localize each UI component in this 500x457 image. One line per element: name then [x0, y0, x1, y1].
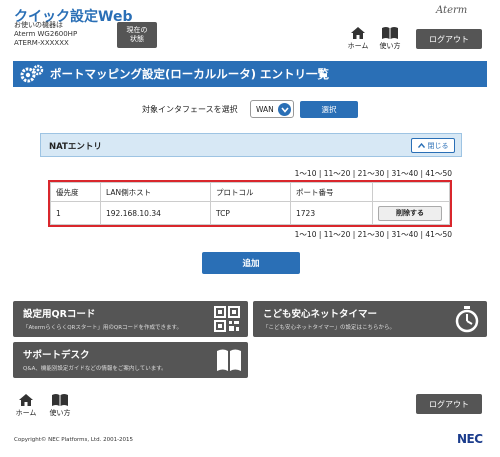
cell-action: 削除する [372, 201, 450, 225]
device-id: ATERM-XXXXXX [14, 39, 69, 47]
table-header-row: 優先度 LAN側ホスト プロトコル ポート番号 [50, 182, 450, 202]
status-button-line1: 現在の [126, 26, 148, 34]
book-icon [217, 349, 241, 371]
col-lan-host: LAN側ホスト [100, 182, 211, 202]
page-title-bar: ポートマッピング設定(ローカルルータ) エントリ一覧 [13, 61, 487, 87]
interface-selected-value: WAN [256, 104, 274, 114]
pagination-bottom[interactable]: 1～10 | 11～20 | 21～30 | 31～40 | 41～50 [295, 229, 452, 240]
support-desk-tile[interactable]: サポートデスク Q&A、機能別設定ガイドなどの情報をご案内しています。 [13, 342, 248, 378]
cell-host: 192.168.10.34 [100, 201, 211, 225]
help-link[interactable]: 使い方 [379, 26, 401, 51]
col-protocol: プロトコル [210, 182, 291, 202]
footer-logout-button[interactable]: ログアウト [416, 394, 482, 414]
table-row: 1 192.168.10.34 TCP 1723 削除する [50, 201, 450, 225]
footer-help-link[interactable]: 使い方 [49, 393, 71, 418]
nat-entries-label: NATエントリ [49, 142, 102, 152]
qr-code-icon [214, 306, 240, 332]
help-label: 使い方 [379, 42, 401, 50]
select-interface-button[interactable]: 選択 [300, 101, 358, 118]
book-icon [52, 394, 68, 406]
status-button-line2: 状態 [130, 35, 144, 43]
col-action [372, 182, 450, 202]
home-icon [351, 27, 365, 39]
qr-tile-title: 設定用QRコード [23, 309, 96, 320]
kids-tile-title: こども安心ネットタイマー [263, 309, 378, 320]
chevron-up-icon [417, 143, 425, 148]
footer-help-label: 使い方 [49, 409, 71, 417]
nat-entries-panel: NATエントリ 閉じる [40, 133, 462, 157]
home-icon [19, 394, 33, 406]
delete-button[interactable]: 削除する [378, 205, 442, 221]
home-link[interactable]: ホーム [347, 26, 369, 51]
current-status-button[interactable]: 現在の 状態 [117, 22, 157, 48]
interface-label: 対象インタフェースを選択 [142, 105, 238, 114]
logout-button[interactable]: ログアウト [416, 29, 482, 49]
close-panel-button[interactable]: 閉じる [411, 138, 455, 153]
home-label: ホーム [347, 42, 369, 50]
support-tile-title: サポートデスク [23, 350, 90, 361]
interface-select[interactable]: WAN [250, 100, 294, 118]
copyright: Copyright© NEC Platforms, Ltd. 2001-2015 [14, 437, 134, 443]
footer-home-link[interactable]: ホーム [15, 393, 37, 418]
device-model: Aterm WG2600HP [14, 30, 78, 38]
page-title: ポートマッピング設定(ローカルルータ) エントリ一覧 [50, 67, 330, 81]
header: クイック設定Web お使いの機器は Aterm WG2600HP ATERM-X… [0, 0, 500, 56]
add-button[interactable]: 追加 [202, 252, 300, 274]
col-priority: 優先度 [50, 182, 101, 202]
aterm-logo: Aterm [436, 5, 468, 16]
nat-entries-table: 優先度 LAN側ホスト プロトコル ポート番号 1 192.168.10.34 … [48, 180, 452, 227]
cell-port: 1723 [290, 201, 373, 225]
qr-code-tile[interactable]: 設定用QRコード 「AtermらくらくQRスタート」用のQRコードを作成できます… [13, 301, 248, 337]
pagination-top[interactable]: 1～10 | 11～20 | 21～30 | 31～40 | 41～50 [295, 168, 452, 179]
cell-priority: 1 [50, 201, 101, 225]
close-label: 閉じる [427, 141, 449, 150]
kids-tile-desc: 「こども安心ネットタイマー」の設定はこちらから。 [263, 325, 396, 331]
qr-tile-desc: 「AtermらくらくQRスタート」用のQRコードを作成できます。 [23, 325, 182, 331]
support-tile-desc: Q&A、機能別設定ガイドなどの情報をご案内しています。 [23, 366, 167, 372]
kids-net-timer-tile[interactable]: こども安心ネットタイマー 「こども安心ネットタイマー」の設定はこちらから。 [253, 301, 487, 337]
nec-logo: NEC [457, 432, 483, 446]
col-port: ポート番号 [290, 182, 373, 202]
device-label: お使いの機器は [14, 21, 63, 29]
cell-protocol: TCP [210, 201, 291, 225]
stopwatch-icon [455, 306, 479, 333]
book-icon [382, 27, 398, 39]
gears-icon [20, 64, 44, 83]
footer-home-label: ホーム [15, 409, 37, 417]
chevron-down-icon [278, 103, 291, 116]
